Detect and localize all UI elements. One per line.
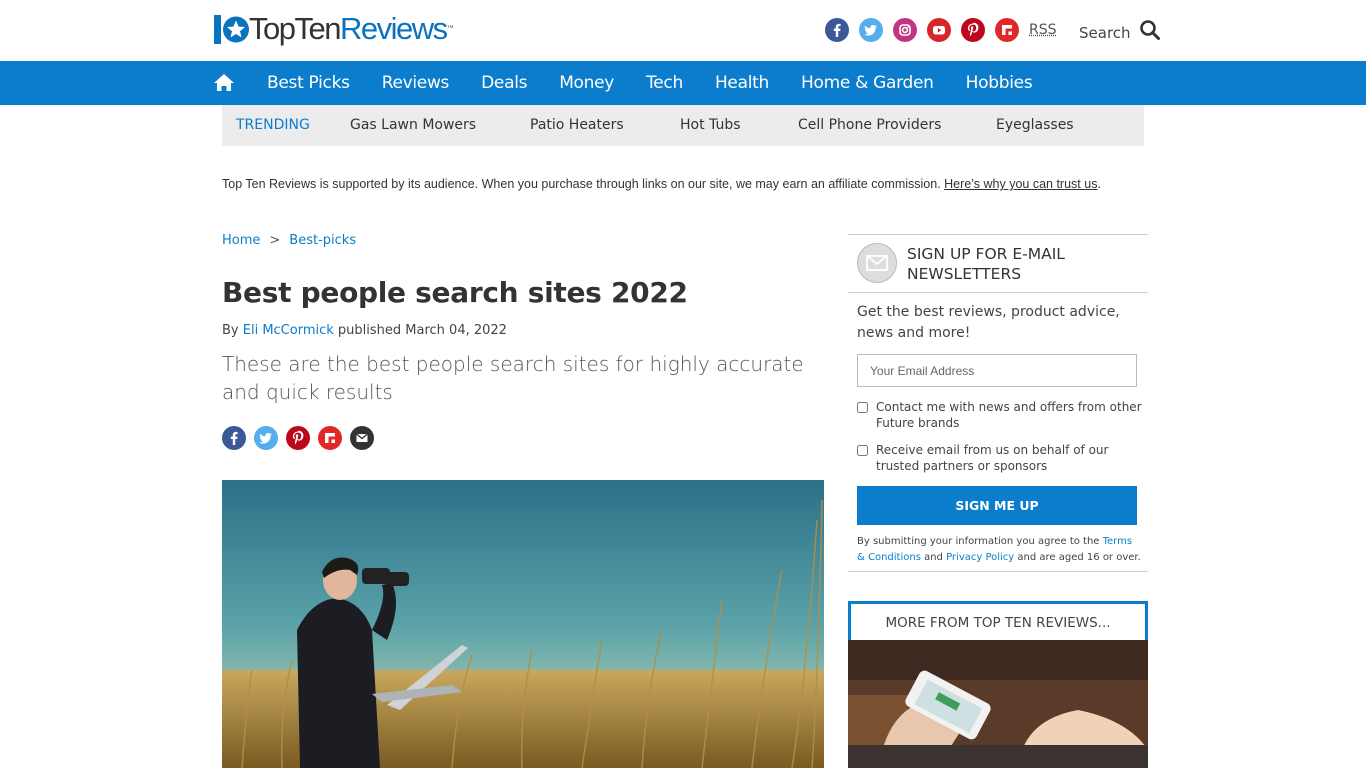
affiliate-text: Top Ten Reviews is supported by its audi… bbox=[222, 177, 945, 191]
share-twitter-icon[interactable] bbox=[254, 426, 278, 450]
breadcrumb-separator: > bbox=[269, 233, 281, 248]
breadcrumb-best-picks[interactable]: Best-picks bbox=[289, 233, 356, 248]
nav-item-reviews[interactable]: Reviews bbox=[366, 61, 465, 105]
logo-tm: ™ bbox=[446, 25, 454, 32]
search-toggle[interactable]: Search bbox=[1079, 19, 1161, 46]
pinterest-icon[interactable] bbox=[961, 18, 985, 42]
more-from-image[interactable] bbox=[848, 640, 1148, 768]
facebook-icon[interactable] bbox=[825, 18, 849, 42]
affiliate-disclaimer: Top Ten Reviews is supported by its audi… bbox=[222, 177, 1101, 191]
newsletter-header: SIGN UP FOR E-MAIL NEWSLETTERS bbox=[848, 235, 1148, 293]
share-flipboard-icon[interactable] bbox=[318, 426, 342, 450]
newsletter-description: Get the best reviews, product advice, ne… bbox=[857, 304, 1120, 341]
nav-item-health[interactable]: Health bbox=[699, 61, 785, 105]
nav-items: Best Picks Reviews Deals Money Tech Heal… bbox=[251, 61, 1048, 105]
partners-checkbox-label: Receive email from us on behalf of our t… bbox=[876, 443, 1109, 473]
page-title: Best people search sites 2022 bbox=[222, 276, 688, 309]
logo-wordmark: TopTenReviews™ bbox=[249, 12, 454, 46]
newsletter-title: SIGN UP FOR E-MAIL NEWSLETTERS bbox=[907, 245, 1065, 283]
share-email-icon[interactable] bbox=[350, 426, 374, 450]
main-nav: Best Picks Reviews Deals Money Tech Heal… bbox=[0, 61, 1366, 105]
trending-item-eyeglasses[interactable]: Eyeglasses bbox=[996, 117, 1074, 133]
trending-item-cell-phone-providers[interactable]: Cell Phone Providers bbox=[798, 117, 941, 133]
search-label: Search bbox=[1079, 23, 1131, 42]
search-icon bbox=[1139, 19, 1161, 46]
nav-item-best-picks[interactable]: Best Picks bbox=[251, 61, 366, 105]
trending-item-hot-tubs[interactable]: Hot Tubs bbox=[680, 117, 741, 133]
logo-mark bbox=[213, 12, 249, 46]
site-header: TopTenReviews™ RSS Search bbox=[0, 0, 1366, 61]
rss-link[interactable]: RSS bbox=[1029, 22, 1057, 38]
more-from-widget: MORE FROM TOP TEN REVIEWS... bbox=[848, 601, 1148, 768]
youtube-icon[interactable] bbox=[927, 18, 951, 42]
logo-topten: TopTen bbox=[249, 11, 341, 46]
strapline: These are the best people search sites f… bbox=[222, 352, 804, 404]
trending-bar: TRENDING Gas Lawn Mowers Patio Heaters H… bbox=[222, 105, 1144, 146]
contact-checkbox-row[interactable]: Contact me with news and offers from oth… bbox=[857, 399, 1142, 431]
privacy-link[interactable]: Privacy Policy bbox=[946, 552, 1014, 563]
legal-text-2: and bbox=[920, 552, 947, 563]
share-pinterest-icon[interactable] bbox=[286, 426, 310, 450]
email-field[interactable] bbox=[857, 354, 1137, 387]
breadcrumb-home[interactable]: Home bbox=[222, 233, 260, 248]
contact-checkbox-label: Contact me with news and offers from oth… bbox=[876, 400, 1142, 430]
byline: By Eli McCormick published March 04, 202… bbox=[222, 323, 507, 338]
share-buttons bbox=[222, 426, 374, 450]
envelope-icon bbox=[857, 243, 897, 283]
legal-text-3: and are aged 16 or over. bbox=[1014, 552, 1141, 563]
contact-checkbox[interactable] bbox=[857, 402, 868, 413]
more-from-header: MORE FROM TOP TEN REVIEWS... bbox=[848, 601, 1148, 640]
twitter-icon[interactable] bbox=[859, 18, 883, 42]
hero-image bbox=[222, 480, 824, 768]
trending-item-patio-heaters[interactable]: Patio Heaters bbox=[530, 117, 624, 133]
breadcrumb: Home > Best-picks bbox=[222, 233, 356, 248]
trending-label: TRENDING bbox=[236, 117, 310, 133]
share-facebook-icon[interactable] bbox=[222, 426, 246, 450]
nav-item-hobbies[interactable]: Hobbies bbox=[950, 61, 1049, 105]
more-from-title: MORE FROM TOP TEN REVIEWS... bbox=[885, 615, 1111, 631]
author-link[interactable]: Eli McCormick bbox=[243, 323, 334, 338]
home-icon[interactable] bbox=[213, 72, 235, 94]
nav-item-tech[interactable]: Tech bbox=[630, 61, 699, 105]
partners-checkbox[interactable] bbox=[857, 445, 868, 456]
trending-item-gas-lawn-mowers[interactable]: Gas Lawn Mowers bbox=[350, 117, 476, 133]
legal-text-1: By submitting your information you agree… bbox=[857, 536, 1103, 547]
flipboard-icon[interactable] bbox=[995, 18, 1019, 42]
nav-item-deals[interactable]: Deals bbox=[465, 61, 543, 105]
trust-link[interactable]: Here’s why you can trust us bbox=[944, 177, 1097, 191]
nav-item-home-garden[interactable]: Home & Garden bbox=[785, 61, 950, 105]
social-links bbox=[825, 18, 1019, 42]
affiliate-end: . bbox=[1097, 177, 1101, 191]
newsletter-legal: By submitting your information you agree… bbox=[857, 534, 1142, 566]
logo-reviews: Reviews bbox=[339, 11, 448, 46]
nav-item-money[interactable]: Money bbox=[543, 61, 630, 105]
newsletter-signup: SIGN UP FOR E-MAIL NEWSLETTERS Get the b… bbox=[848, 234, 1148, 572]
sign-me-up-button[interactable]: SIGN ME UP bbox=[857, 486, 1137, 525]
site-logo[interactable]: TopTenReviews™ bbox=[213, 12, 454, 46]
instagram-icon[interactable] bbox=[893, 18, 917, 42]
published-date: published March 04, 2022 bbox=[333, 323, 507, 338]
partners-checkbox-row[interactable]: Receive email from us on behalf of our t… bbox=[857, 442, 1142, 474]
byline-by: By bbox=[222, 323, 243, 338]
